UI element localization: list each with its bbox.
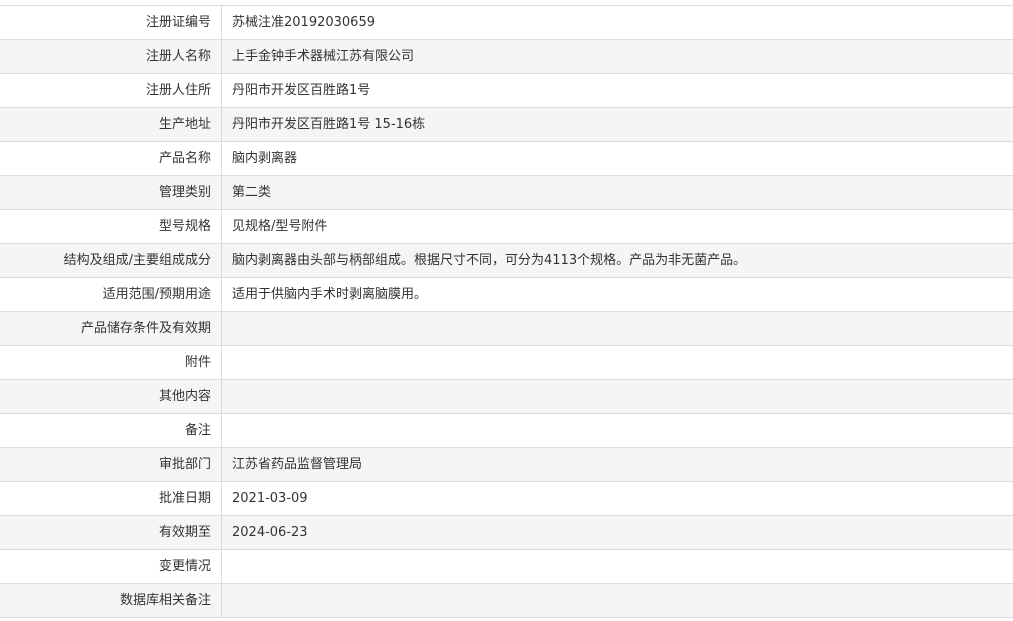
field-label: 注册人住所 (0, 74, 222, 107)
row-storage-conditions: 产品储存条件及有效期 (0, 312, 1013, 346)
field-label: 其他内容 (0, 380, 222, 413)
row-approval-date: 批准日期 2021-03-09 (0, 482, 1013, 516)
field-value (222, 550, 1013, 583)
row-registration-number: 注册证编号 苏械注准20192030659 (0, 6, 1013, 40)
field-label: 批准日期 (0, 482, 222, 515)
field-label: 注册证编号 (0, 6, 222, 39)
field-value (222, 380, 1013, 413)
field-label: 型号规格 (0, 210, 222, 243)
field-label: 有效期至 (0, 516, 222, 549)
field-label: 注册人名称 (0, 40, 222, 73)
row-approval-department: 审批部门 江苏省药品监督管理局 (0, 448, 1013, 482)
field-label: 备注 (0, 414, 222, 447)
field-label: 管理类别 (0, 176, 222, 209)
field-label: 产品储存条件及有效期 (0, 312, 222, 345)
row-structure-composition: 结构及组成/主要组成成分 脑内剥离器由头部与柄部组成。根据尺寸不同，可分为411… (0, 244, 1013, 278)
field-label: 结构及组成/主要组成成分 (0, 244, 222, 277)
field-label: 审批部门 (0, 448, 222, 481)
row-database-remarks: 数据库相关备注 (0, 584, 1013, 618)
field-value: 江苏省药品监督管理局 (232, 457, 363, 472)
field-value: 第二类 (232, 185, 272, 200)
field-value: 丹阳市开发区百胜路1号 15-16栋 (232, 117, 426, 132)
field-value: 脑内剥离器 (232, 151, 298, 166)
field-label: 附件 (0, 346, 222, 379)
field-value (222, 584, 1013, 617)
registration-record-table: 注册证编号 苏械注准20192030659 注册人名称 上手金钟手术器械江苏有限… (0, 5, 1013, 618)
field-value: 脑内剥离器由头部与柄部组成。根据尺寸不同，可分为4113个规格。产品为非无菌产品… (232, 253, 747, 268)
row-change-status: 变更情况 (0, 550, 1013, 584)
row-attachments: 附件 (0, 346, 1013, 380)
field-label: 数据库相关备注 (0, 584, 222, 617)
field-label: 变更情况 (0, 550, 222, 583)
field-value: 适用于供脑内手术时剥离脑膜用。 (232, 287, 428, 302)
row-other-content: 其他内容 (0, 380, 1013, 414)
field-value: 2021-03-09 (232, 491, 308, 506)
field-label: 适用范围/预期用途 (0, 278, 222, 311)
row-intended-use: 适用范围/预期用途 适用于供脑内手术时剥离脑膜用。 (0, 278, 1013, 312)
row-production-address: 生产地址 丹阳市开发区百胜路1号 15-16栋 (0, 108, 1013, 142)
field-value (222, 414, 1013, 447)
field-value: 苏械注准20192030659 (232, 15, 375, 30)
field-value: 上手金钟手术器械江苏有限公司 (232, 49, 415, 64)
row-registrant-name: 注册人名称 上手金钟手术器械江苏有限公司 (0, 40, 1013, 74)
field-value: 2024-06-23 (232, 525, 308, 540)
row-management-category: 管理类别 第二类 (0, 176, 1013, 210)
field-value: 见规格/型号附件 (232, 219, 328, 234)
field-label: 生产地址 (0, 108, 222, 141)
row-model-spec: 型号规格 见规格/型号附件 (0, 210, 1013, 244)
field-value (222, 312, 1013, 345)
row-product-name: 产品名称 脑内剥离器 (0, 142, 1013, 176)
row-remarks: 备注 (0, 414, 1013, 448)
field-label: 产品名称 (0, 142, 222, 175)
field-value (222, 346, 1013, 379)
row-registrant-address: 注册人住所 丹阳市开发区百胜路1号 (0, 74, 1013, 108)
row-expiry-date: 有效期至 2024-06-23 (0, 516, 1013, 550)
field-value: 丹阳市开发区百胜路1号 (232, 83, 371, 98)
